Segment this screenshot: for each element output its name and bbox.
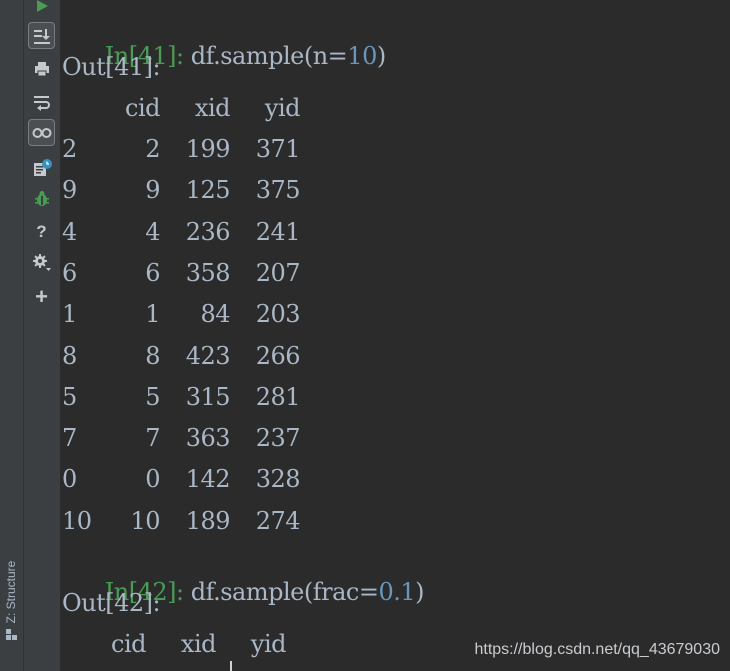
cell-yid: 274 [255, 507, 301, 535]
debug-icon [34, 190, 49, 206]
variables-view-icon [32, 127, 51, 138]
cell-yid: 371 [255, 135, 301, 163]
soft-wrap-button[interactable] [28, 88, 55, 115]
table-row: 10 10 189 274 [62, 506, 362, 536]
cell-yid: 237 [255, 424, 301, 452]
code-text: df.sample(n= [190, 42, 348, 70]
cell-yid: 281 [255, 383, 301, 411]
debug-button[interactable] [28, 185, 55, 212]
side-tool-strip: Z: Structure [0, 0, 24, 671]
column-header-yid: yid [250, 630, 287, 658]
add-icon: + [35, 283, 48, 309]
table-row: 0 0 142 328 [62, 464, 362, 494]
code-text-end: ) [415, 578, 424, 606]
table-row: 5 5 315 281 [62, 382, 362, 412]
cell-yid: 241 [255, 218, 301, 246]
table-row: 4 4 236 241 [62, 217, 362, 247]
input-line-41: In[41]: df.sample(n=10) [62, 11, 386, 70]
code-number: 0.1 [378, 578, 416, 606]
input-line-42: In[42]: df.sample(frac=0.1) [62, 547, 425, 606]
scroll-to-end-icon [33, 28, 50, 44]
run-button[interactable] [28, 0, 55, 19]
output-prompt-42: Out[42]: [62, 589, 161, 617]
add-button[interactable]: + [28, 283, 55, 310]
cell-yid: 203 [255, 300, 301, 328]
command-history-icon [33, 158, 52, 176]
code-text: df.sample(frac= [190, 578, 379, 606]
structure-tab-label: Z: Structure [4, 560, 18, 624]
command-history-button[interactable] [28, 154, 55, 181]
console-output[interactable]: In[41]: df.sample(n=10) Out[41]: cid xid… [60, 0, 730, 671]
cell-yid: 328 [255, 465, 301, 493]
output-prompt-41: Out[41]: [62, 53, 161, 81]
settings-button[interactable] [28, 249, 55, 276]
run-icon [36, 0, 48, 12]
code-text-end: ) [376, 42, 386, 70]
print-icon [34, 61, 49, 76]
table-row: 9 9 125 375 [62, 175, 362, 205]
table-row: 1 1 84 203 [62, 299, 362, 329]
scroll-to-end-button[interactable] [28, 22, 55, 49]
console-toolbar: ? + [24, 0, 60, 671]
help-button[interactable]: ? [28, 218, 55, 245]
python-console-window: Z: Structure ? + In[41]: df.sample(n=10)… [0, 0, 730, 671]
text-caret [230, 661, 232, 671]
watermark-url: https://blog.csdn.net/qq_43679030 [474, 641, 720, 658]
print-button[interactable] [28, 55, 55, 82]
soft-wrap-icon [33, 95, 50, 111]
column-header-yid: yid [264, 94, 301, 122]
cell-yid: 266 [255, 342, 301, 370]
table-row: 2 2 199 371 [62, 134, 362, 164]
cell-yid: 375 [255, 176, 301, 204]
cell-yid: 207 [255, 259, 301, 287]
show-variables-button[interactable] [28, 119, 55, 146]
code-number: 10 [347, 42, 377, 70]
settings-icon [32, 253, 51, 271]
dataframe-header-2: cid xid yid [62, 629, 362, 659]
structure-icon [6, 629, 17, 640]
table-row: 6 6 358 207 [62, 258, 362, 288]
help-icon: ? [36, 221, 47, 241]
dataframe-header: cid xid yid [62, 93, 362, 123]
table-row: 8 8 423 266 [62, 341, 362, 371]
table-row: 7 7 363 237 [62, 423, 362, 453]
